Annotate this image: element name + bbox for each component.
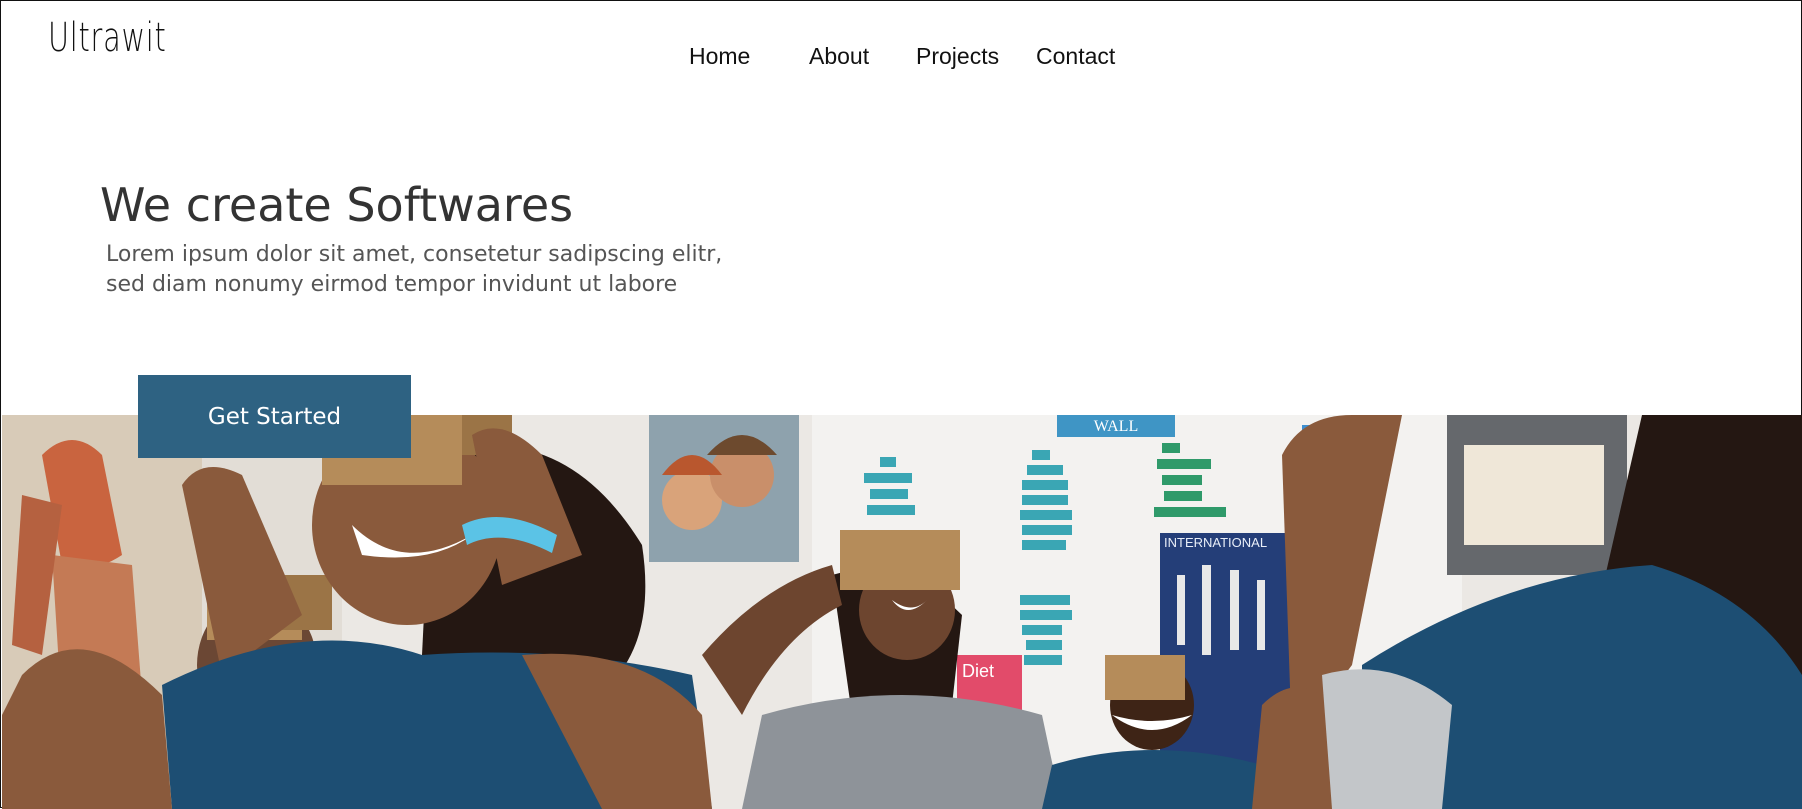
hero-title: We create Softwares [100,178,574,232]
hero-banner-image: WALL INTERNATIONAL Diet [2,415,1802,809]
hero-description: Lorem ipsum dolor sit amet, consetetur s… [106,242,723,297]
page-frame: Ultrawit Home About Projects Contact We … [0,0,1802,809]
nav-item-home[interactable]: Home [689,43,750,70]
nav-item-about[interactable]: About [809,43,869,70]
nav-item-contact[interactable]: Contact [1036,43,1115,70]
poster-diet-text: Diet [962,661,994,681]
banner-photo-illustration: WALL INTERNATIONAL Diet [2,415,1802,809]
get-started-button[interactable]: Get Started [138,375,411,458]
nav-item-projects[interactable]: Projects [916,43,999,70]
brand-logo[interactable]: Ultrawit [48,15,166,61]
wall-sign-text: WALL [1094,418,1138,435]
poster-international-text: INTERNATIONAL [1164,535,1267,550]
